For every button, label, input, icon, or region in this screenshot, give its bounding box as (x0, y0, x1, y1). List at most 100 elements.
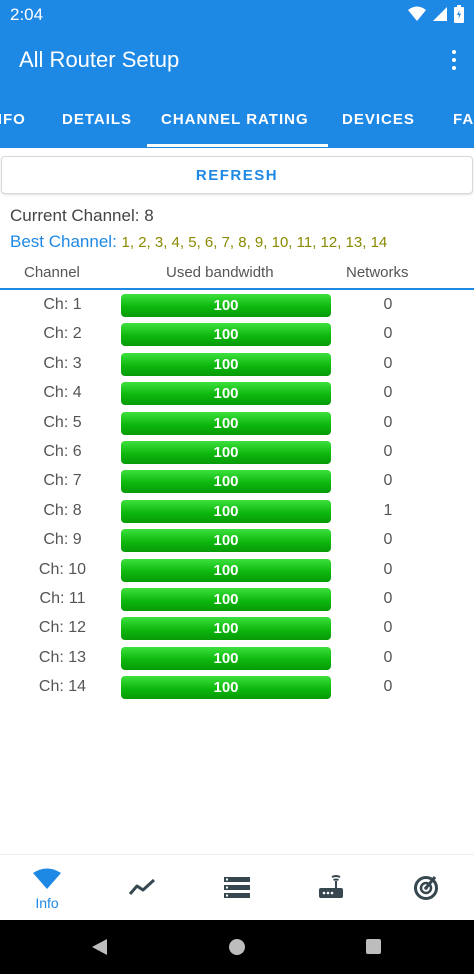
channel-cell: Ch: 6 (43, 442, 82, 460)
channel-cell: Ch: 9 (43, 531, 82, 549)
table-header: Channel Used bandwidth Networks (0, 260, 474, 290)
networks-cell: 0 (383, 589, 393, 607)
bandwidth-bar: 100 (121, 411, 331, 435)
channel-cell: Ch: 3 (43, 354, 82, 372)
more-options-icon[interactable] (448, 47, 460, 73)
networks-cell: 1 (383, 501, 393, 519)
table-row: Ch: 13 100 0 (0, 644, 474, 673)
bandwidth-bar: 100 (121, 323, 331, 347)
table-row: Ch: 4 100 0 (0, 379, 474, 408)
bandwidth-bar: 100 (121, 587, 331, 611)
tab-info[interactable]: INFO (0, 92, 26, 148)
best-channel-label: Best Channel: (10, 232, 122, 251)
recents-icon[interactable] (366, 939, 381, 954)
signal-icon (433, 7, 447, 21)
app-bar: All Router Setup (0, 30, 474, 92)
nav-info-label: Info (35, 895, 59, 911)
networks-cell: 0 (383, 472, 393, 490)
channel-cell: Ch: 13 (38, 648, 87, 666)
bottom-navigation: Info (0, 854, 474, 920)
battery-icon (454, 5, 464, 23)
channel-cell: Ch: 1 (43, 296, 82, 313)
channel-cell: Ch: 12 (38, 619, 87, 637)
table-row: Ch: 2 100 0 (0, 320, 474, 349)
table-row: Ch: 11 100 0 (0, 585, 474, 614)
best-channel: Best Channel: 1, 2, 3, 4, 5, 6, 7, 8, 9,… (10, 232, 387, 252)
networks-cell: 0 (383, 678, 393, 696)
channel-cell: Ch: 7 (43, 472, 82, 490)
status-icons (408, 5, 464, 23)
networks-cell: 0 (383, 354, 393, 372)
nav-list[interactable] (190, 855, 284, 921)
networks-cell: 0 (383, 619, 393, 637)
networks-cell: 0 (383, 384, 393, 402)
status-bar: 2:04 (0, 0, 474, 30)
tab-bar: INFO DETAILS CHANNEL RATING DEVICES FA (0, 92, 474, 148)
tab-devices[interactable]: DEVICES (342, 92, 415, 148)
bandwidth-bar: 100 (121, 617, 331, 641)
bandwidth-bar: 100 (121, 294, 331, 317)
networks-cell: 0 (383, 442, 393, 460)
tab-indicator (147, 144, 328, 147)
current-channel-label: Current Channel: (10, 206, 145, 225)
channel-cell: Ch: 14 (38, 678, 87, 696)
bandwidth-bar: 100 (121, 558, 331, 582)
table-row: Ch: 12 100 0 (0, 614, 474, 643)
bandwidth-bar: 100 (121, 382, 331, 406)
nav-graph[interactable] (95, 855, 189, 921)
bandwidth-bar: 100 (121, 440, 331, 464)
header-channel: Channel (24, 264, 80, 281)
back-icon[interactable] (90, 938, 108, 956)
channel-cell: Ch: 10 (38, 560, 87, 578)
system-navigation-bar (0, 920, 474, 974)
header-used-bandwidth: Used bandwidth (166, 264, 274, 281)
networks-cell: 0 (383, 296, 393, 313)
bandwidth-bar: 100 (121, 470, 331, 494)
tab-details[interactable]: DETAILS (62, 92, 132, 148)
table-row: Ch: 7 100 0 (0, 467, 474, 496)
table-row: Ch: 10 100 0 (0, 556, 474, 585)
tab-channel-rating[interactable]: CHANNEL RATING (161, 92, 309, 148)
best-channel-value: 1, 2, 3, 4, 5, 6, 7, 8, 9, 10, 11, 12, 1… (121, 234, 388, 251)
list-icon (224, 877, 250, 898)
nav-radar[interactable] (379, 855, 473, 921)
bandwidth-bar: 100 (121, 646, 331, 670)
status-time: 2:04 (10, 5, 44, 24)
current-channel: Current Channel: 8 (10, 206, 154, 226)
channel-cell: Ch: 4 (43, 384, 82, 402)
networks-cell: 0 (383, 413, 393, 431)
channel-cell: Ch: 8 (43, 501, 82, 519)
wifi-icon (33, 868, 61, 889)
home-icon[interactable] (229, 939, 245, 955)
chart-line-icon (128, 878, 156, 895)
networks-cell: 0 (383, 531, 393, 549)
table-row: Ch: 1 100 0 (0, 291, 474, 320)
radar-icon (414, 876, 438, 900)
table-row: Ch: 3 100 0 (0, 350, 474, 379)
channel-cell: Ch: 5 (43, 413, 82, 431)
current-channel-value: 8 (144, 206, 154, 225)
channel-list: Ch: 1 100 0 Ch: 2 100 0 Ch: 3 100 0 Ch: 4 100 0 … (0, 291, 474, 702)
table-row: Ch: 6 100 0 (0, 438, 474, 467)
bandwidth-bar: 100 (121, 499, 331, 523)
nav-router[interactable] (284, 855, 378, 921)
table-row: Ch: 9 100 0 (0, 526, 474, 555)
networks-cell: 0 (383, 560, 393, 578)
networks-cell: 0 (383, 325, 393, 343)
bandwidth-bar: 100 (121, 352, 331, 376)
bandwidth-bar: 100 (121, 676, 331, 700)
app-title: All Router Setup (19, 47, 180, 72)
table-row: Ch: 5 100 0 (0, 409, 474, 438)
networks-cell: 0 (383, 648, 393, 666)
refresh-button[interactable]: REFRESH (1, 156, 473, 194)
channel-cell: Ch: 2 (43, 325, 82, 343)
channel-cell: Ch: 11 (39, 589, 86, 607)
nav-info[interactable]: Info (0, 855, 94, 921)
table-row: Ch: 14 100 0 (0, 673, 474, 702)
header-networks: Networks (346, 264, 409, 281)
router-icon (319, 875, 343, 898)
wifi-status-icon (408, 6, 426, 21)
tab-fa[interactable]: FA (453, 92, 474, 148)
table-row: Ch: 8 100 1 (0, 497, 474, 526)
bandwidth-bar: 100 (121, 529, 331, 553)
